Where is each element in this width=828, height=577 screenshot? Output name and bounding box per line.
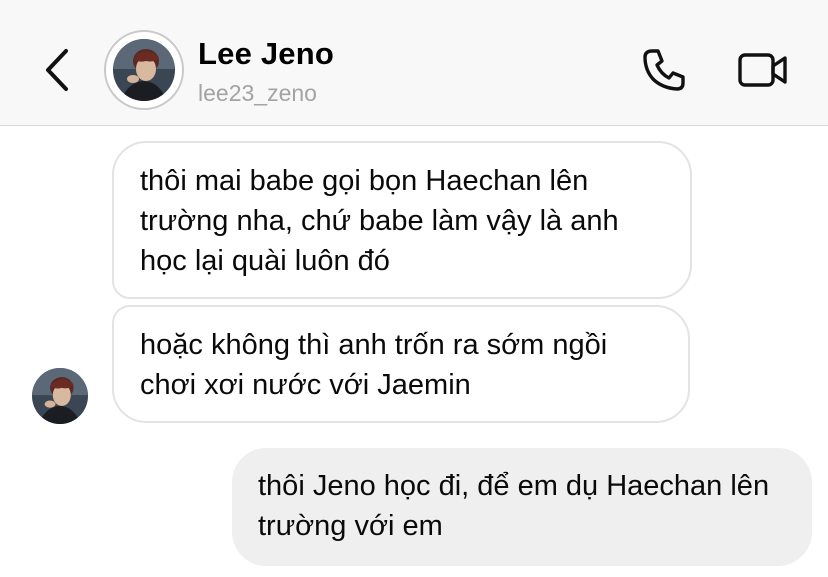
message-bubble-received[interactable]: thôi mai babe gọi bọn Haechan lên trường… xyxy=(112,141,692,299)
contact-handle: lee23_zeno xyxy=(198,80,317,106)
chevron-left-icon xyxy=(46,49,68,91)
phone-icon xyxy=(643,49,685,91)
contact-name[interactable]: Lee Jeno xyxy=(198,36,334,72)
chat-header: Lee Jeno lee23_zeno xyxy=(0,0,828,126)
message-bubble-sent[interactable]: thôi Jeno học đi, để em dụ Haechan lên t… xyxy=(232,448,812,566)
message-bubble-received[interactable]: hoặc không thì anh trốn ra sớm ngồi chơi… xyxy=(112,305,690,423)
avatar xyxy=(113,39,175,101)
sender-avatar[interactable] xyxy=(32,368,88,424)
back-button[interactable] xyxy=(34,44,78,96)
chat-screen: Lee Jeno lee23_zeno thôi mai babe gọi bọ… xyxy=(0,0,828,577)
video-call-button[interactable] xyxy=(734,44,792,96)
contact-avatar-button[interactable] xyxy=(104,30,184,110)
call-button[interactable] xyxy=(636,44,692,96)
video-camera-icon xyxy=(738,53,787,87)
